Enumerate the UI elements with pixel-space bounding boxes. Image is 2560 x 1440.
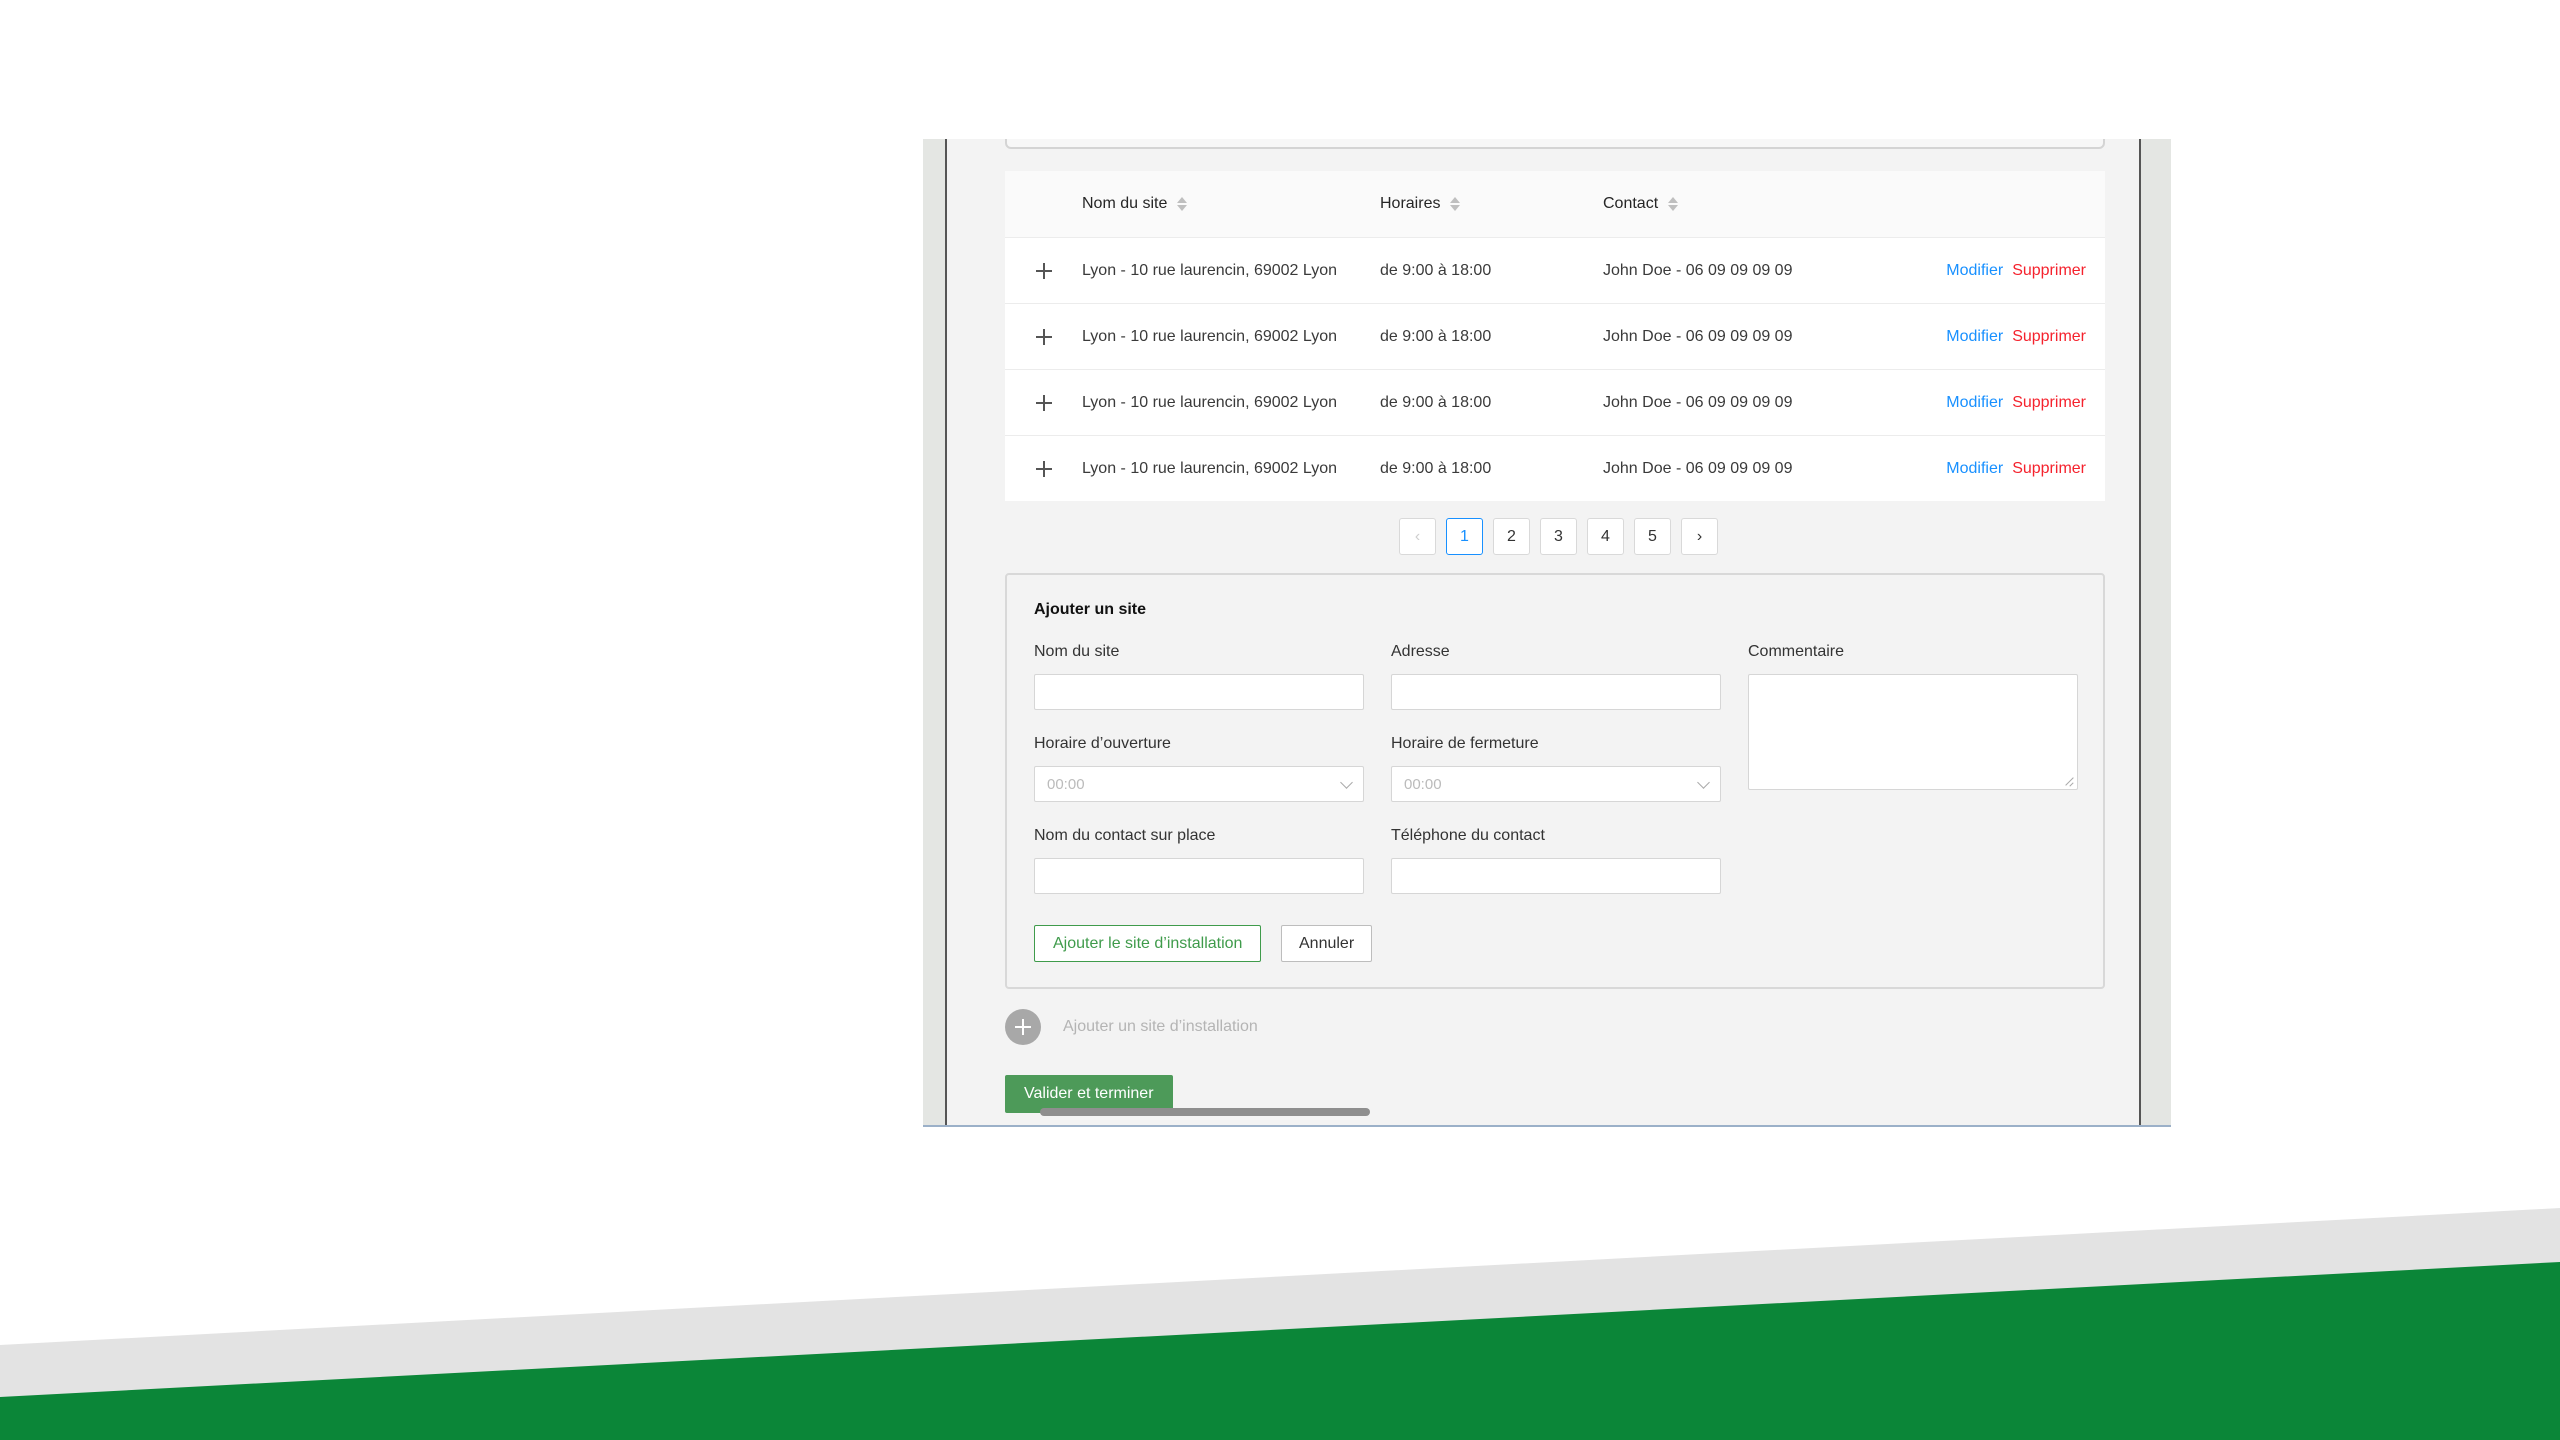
site-name-cell: Lyon - 10 rue laurencin, 69002 Lyon: [1082, 459, 1337, 477]
contact-cell: John Doe - 06 09 09 09 09: [1603, 261, 1793, 279]
pagination-prev-button[interactable]: ‹: [1399, 518, 1436, 555]
delete-link[interactable]: Supprimer: [2012, 328, 2086, 345]
hours-cell: de 9:00 à 18:00: [1380, 393, 1492, 411]
column-header-contact[interactable]: Contact: [1603, 195, 1913, 213]
form-title: Ajouter un site: [1034, 601, 1147, 618]
delete-link[interactable]: Supprimer: [2012, 262, 2086, 279]
table-row: Lyon - 10 rue laurencin, 69002 Lyon de 9…: [1005, 304, 2105, 370]
edit-link[interactable]: Modifier: [1946, 394, 2003, 411]
sort-icon[interactable]: [1177, 196, 1188, 212]
contact-phone-input[interactable]: [1391, 858, 1721, 894]
address-input[interactable]: [1391, 674, 1721, 710]
closing-hour-label: Horaire de fermeture: [1391, 735, 1539, 752]
expand-row-icon[interactable]: [1035, 328, 1052, 345]
contact-cell: John Doe - 06 09 09 09 09: [1603, 327, 1793, 345]
address-label: Adresse: [1391, 643, 1450, 660]
pagination-page-2[interactable]: 2: [1493, 518, 1530, 555]
opening-hour-select[interactable]: 00:00: [1034, 766, 1364, 802]
hours-cell: de 9:00 à 18:00: [1380, 459, 1492, 477]
site-name-input[interactable]: [1034, 674, 1364, 710]
table-row: Lyon - 10 rue laurencin, 69002 Lyon de 9…: [1005, 370, 2105, 436]
site-name-cell: Lyon - 10 rue laurencin, 69002 Lyon: [1082, 393, 1337, 411]
pagination: ‹ 1 2 3 4 5 ›: [1399, 518, 1718, 555]
edit-link[interactable]: Modifier: [1946, 460, 2003, 477]
pagination-page-3[interactable]: 3: [1540, 518, 1577, 555]
expand-row-icon[interactable]: [1035, 460, 1052, 477]
column-header-name[interactable]: Nom du site: [1082, 195, 1380, 213]
site-name-label: Nom du site: [1034, 643, 1120, 660]
comment-label: Commentaire: [1748, 643, 1845, 660]
delete-link[interactable]: Supprimer: [2012, 394, 2086, 411]
plus-circle-icon[interactable]: [1005, 1009, 1041, 1045]
pagination-next-button[interactable]: ›: [1681, 518, 1718, 555]
closing-hour-select[interactable]: 00:00: [1391, 766, 1721, 802]
previous-card-edge: [1005, 139, 2105, 149]
add-site-link[interactable]: Ajouter un site d’installation: [1005, 1009, 1258, 1045]
table-header: Nom du site Horaires Contact: [1005, 171, 2105, 238]
chevron-down-icon: [1340, 775, 1353, 789]
contact-phone-label: Téléphone du contact: [1391, 827, 1545, 844]
add-site-link-label: Ajouter un site d’installation: [1063, 1018, 1258, 1035]
resize-handle-icon[interactable]: [2066, 778, 2074, 786]
site-name-cell: Lyon - 10 rue laurencin, 69002 Lyon: [1082, 327, 1337, 345]
column-header-hours[interactable]: Horaires: [1380, 195, 1603, 213]
pagination-page-5[interactable]: 5: [1634, 518, 1671, 555]
pagination-page-4[interactable]: 4: [1587, 518, 1624, 555]
cancel-button[interactable]: Annuler: [1281, 925, 1373, 962]
opening-hour-label: Horaire d’ouverture: [1034, 735, 1171, 752]
hours-cell: de 9:00 à 18:00: [1380, 327, 1492, 345]
page-content: Nom du site Horaires Contact Lyon - 10 r…: [945, 139, 2141, 1125]
expand-row-icon[interactable]: [1035, 262, 1052, 279]
screenshot-frame: Nom du site Horaires Contact Lyon - 10 r…: [923, 139, 2171, 1127]
add-installation-site-button[interactable]: Ajouter le site d’installation: [1034, 925, 1262, 962]
chevron-down-icon: [1697, 775, 1710, 789]
hours-cell: de 9:00 à 18:00: [1380, 261, 1492, 279]
table-row: Lyon - 10 rue laurencin, 69002 Lyon de 9…: [1005, 238, 2105, 304]
sort-icon[interactable]: [1668, 196, 1679, 212]
edit-link[interactable]: Modifier: [1946, 328, 2003, 345]
contact-name-input[interactable]: [1034, 858, 1364, 894]
contact-cell: John Doe - 06 09 09 09 09: [1603, 393, 1793, 411]
delete-link[interactable]: Supprimer: [2012, 460, 2086, 477]
edit-link[interactable]: Modifier: [1946, 262, 2003, 279]
sites-table: Nom du site Horaires Contact Lyon - 10 r…: [1005, 171, 2105, 501]
site-name-cell: Lyon - 10 rue laurencin, 69002 Lyon: [1082, 261, 1337, 279]
sort-icon[interactable]: [1450, 196, 1461, 212]
horizontal-scrollbar[interactable]: [1040, 1108, 1370, 1116]
expand-row-icon[interactable]: [1035, 394, 1052, 411]
contact-name-label: Nom du contact sur place: [1034, 827, 1216, 844]
comment-textarea[interactable]: [1748, 674, 2078, 790]
table-row: Lyon - 10 rue laurencin, 69002 Lyon de 9…: [1005, 436, 2105, 501]
pagination-page-1[interactable]: 1: [1446, 518, 1483, 555]
contact-cell: John Doe - 06 09 09 09 09: [1603, 459, 1793, 477]
add-site-form: Ajouter un site Nom du site Adresse Comm…: [1005, 573, 2105, 989]
